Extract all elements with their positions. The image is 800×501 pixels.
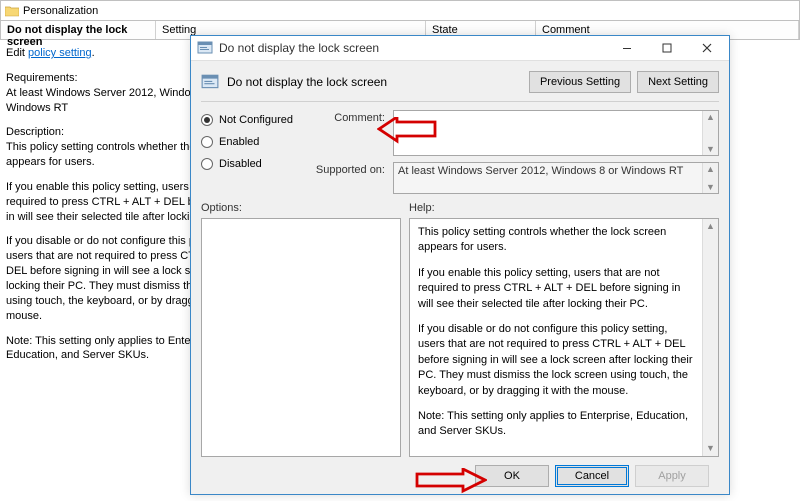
radio-icon bbox=[201, 114, 213, 126]
supported-on-box: At least Windows Server 2012, Windows 8 … bbox=[393, 162, 719, 194]
scrollbar[interactable]: ▲▼ bbox=[702, 111, 718, 155]
supported-text: At least Windows Server 2012, Windows 8 … bbox=[398, 165, 683, 177]
dialog-footer: OK Cancel Apply bbox=[201, 457, 719, 495]
radio-not-configured[interactable]: Not Configured bbox=[201, 110, 313, 130]
titlebar[interactable]: Do not display the lock screen bbox=[191, 36, 729, 61]
help-box: This policy setting controls whether the… bbox=[409, 218, 719, 457]
radio-label: Disabled bbox=[219, 158, 262, 170]
radio-enabled[interactable]: Enabled bbox=[201, 132, 313, 152]
bg-title: Do not display the lock screen bbox=[1, 21, 156, 39]
help-p3: If you disable or do not configure this … bbox=[418, 322, 696, 399]
minimize-button[interactable] bbox=[607, 36, 647, 60]
radio-group: Not Configured Enabled Disabled bbox=[201, 110, 313, 194]
ok-button[interactable]: OK bbox=[475, 465, 549, 487]
separator bbox=[201, 101, 719, 102]
folder-icon bbox=[5, 5, 19, 17]
radio-label: Enabled bbox=[219, 136, 259, 148]
close-button[interactable] bbox=[687, 36, 727, 60]
help-label: Help: bbox=[409, 202, 719, 214]
bg-folder-label: Personalization bbox=[23, 5, 98, 17]
edit-policy-link[interactable]: policy setting bbox=[28, 47, 92, 59]
previous-setting-button[interactable]: Previous Setting bbox=[529, 71, 631, 93]
radio-disabled[interactable]: Disabled bbox=[201, 154, 313, 174]
next-setting-button[interactable]: Next Setting bbox=[637, 71, 719, 93]
comment-textarea[interactable]: ▲▼ bbox=[393, 110, 719, 156]
radio-icon bbox=[201, 136, 213, 148]
cancel-button[interactable]: Cancel bbox=[555, 465, 629, 487]
window-title: Do not display the lock screen bbox=[219, 41, 607, 55]
bg-folder-row: Personalization bbox=[0, 0, 800, 20]
maximize-button[interactable] bbox=[647, 36, 687, 60]
dialog-heading: Do not display the lock screen bbox=[227, 75, 387, 89]
supported-label: Supported on: bbox=[313, 162, 393, 176]
apply-button[interactable]: Apply bbox=[635, 465, 709, 487]
options-box bbox=[201, 218, 401, 457]
policy-dialog: Do not display the lock screen Do not di… bbox=[190, 35, 730, 495]
help-p1: This policy setting controls whether the… bbox=[418, 225, 696, 256]
help-p2: If you enable this policy setting, users… bbox=[418, 266, 696, 312]
scrollbar[interactable]: ▲▼ bbox=[702, 163, 718, 193]
comment-label: Comment: bbox=[313, 110, 393, 124]
bg-edit-prefix: Edit bbox=[6, 47, 28, 59]
help-p4: Note: This setting only applies to Enter… bbox=[418, 409, 696, 440]
policy-icon bbox=[197, 40, 213, 56]
radio-label: Not Configured bbox=[219, 114, 293, 126]
policy-icon bbox=[201, 73, 219, 91]
scrollbar[interactable]: ▲▼ bbox=[702, 219, 718, 456]
options-label: Options: bbox=[201, 202, 401, 214]
radio-icon bbox=[201, 158, 213, 170]
